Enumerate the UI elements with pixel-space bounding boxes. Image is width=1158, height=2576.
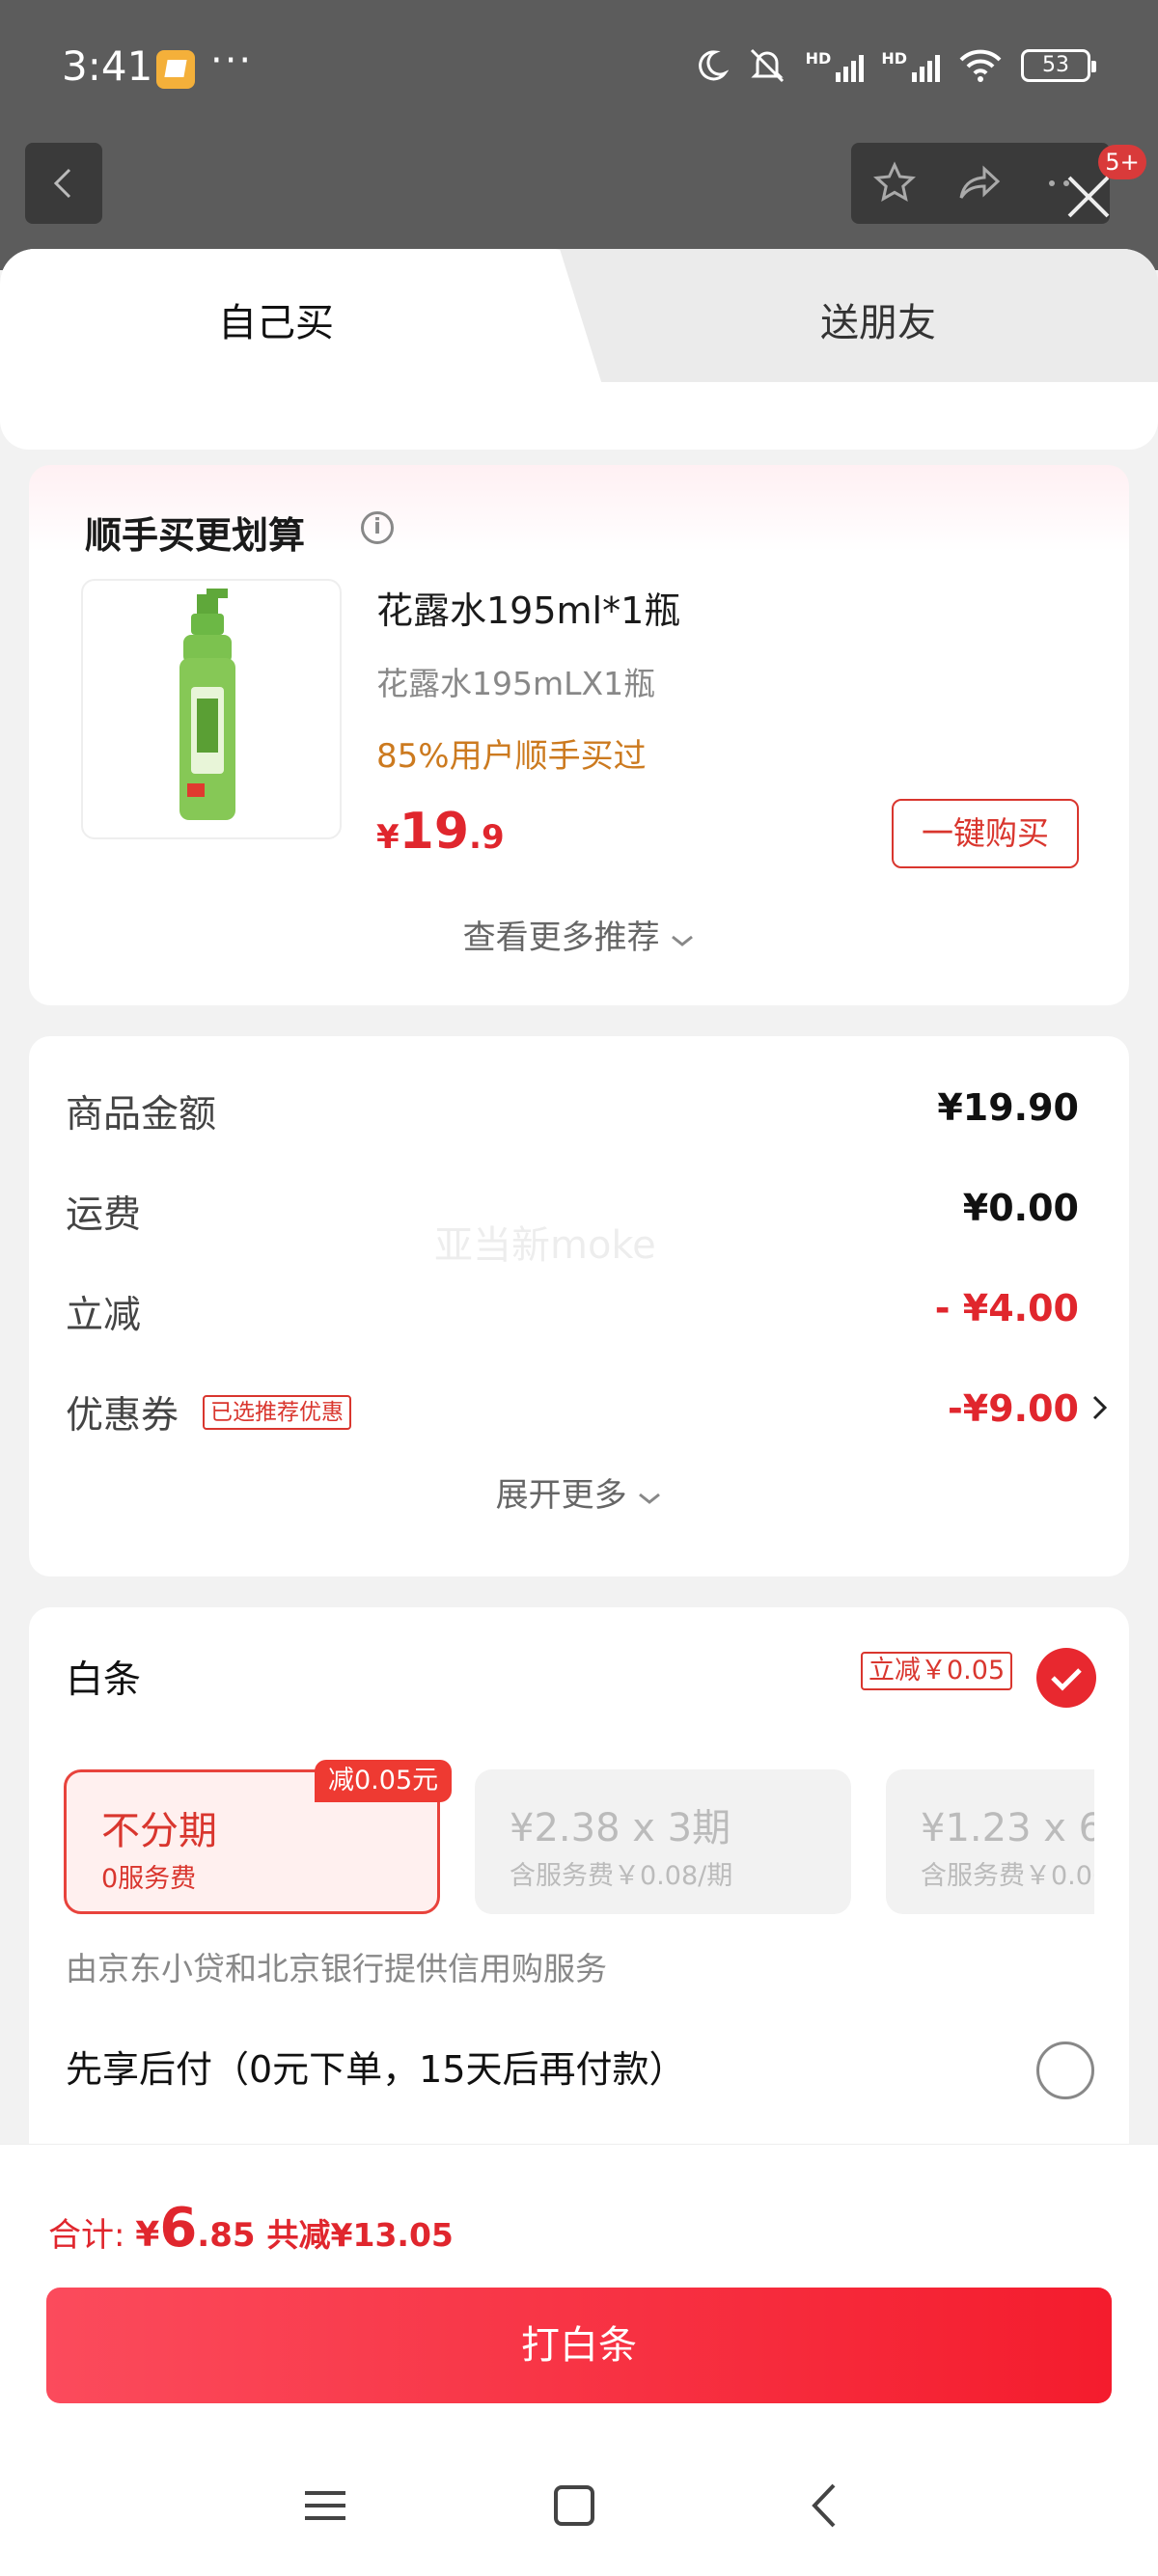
price-breakdown-card: 商品金额 ¥19.90 运费 ¥0.00 立减 - ¥4.00 优惠券 已选推荐… — [29, 1036, 1129, 1576]
info-icon[interactable]: i — [361, 511, 394, 544]
home-icon[interactable] — [540, 2472, 608, 2539]
row-instant-discount: 立减 - ¥4.00 — [66, 1285, 1079, 1343]
row-label: 运费 — [66, 1193, 142, 1237]
product-spec: 花露水195mLX1瓶 — [376, 665, 656, 702]
row-value: ¥0.00 — [962, 1187, 1079, 1229]
payment-title: 白条 — [66, 1658, 142, 1702]
installment-plans: 不分期 0服务费 减0.05元 ¥2.38 x 3期 含服务费￥0.08/期 ¥… — [64, 1760, 1094, 1914]
coupon-tag: 已选推荐优惠 — [203, 1395, 351, 1430]
notes-app-icon — [156, 50, 195, 89]
one-click-buy-button[interactable]: 一键购买 — [892, 799, 1079, 868]
recommend-card: 顺手买更划算 i 花露水195ml*1瓶 花露水195mLX1瓶 85%用户顺手… — [29, 465, 1129, 1005]
system-nav-bar — [0, 2451, 1158, 2576]
spray-bottle-image — [179, 589, 235, 820]
payment-selected-checkbox[interactable] — [1036, 1648, 1096, 1708]
check-icon — [1051, 1668, 1082, 1691]
price-currency: ¥ — [376, 818, 400, 857]
row-item-amount: 商品金额 ¥19.90 — [66, 1084, 1079, 1142]
chevron-down-icon — [672, 935, 694, 946]
menu-icon[interactable] — [291, 2472, 359, 2539]
status-bar: 3:41 ··· HD HD 53 — [0, 0, 1158, 135]
more-recommendations-link[interactable]: 查看更多推荐 — [29, 911, 1129, 958]
row-value: ¥19.90 — [937, 1086, 1079, 1129]
price-integer: 19 — [399, 803, 470, 861]
plan-sub: 0服务费 — [101, 1864, 197, 1894]
watermark: 亚当新moke — [434, 1223, 656, 1268]
plan-main: ¥2.38 x 3期 — [510, 1806, 731, 1850]
plan-sub: 含服务费￥0.08/期 — [510, 1861, 733, 1891]
total-summary: 合计: ¥6.85 共减¥13.05 — [48, 2197, 454, 2260]
plan-discount-badge: 减0.05元 — [315, 1760, 453, 1802]
total-decimal: .85 — [197, 2216, 256, 2255]
tab-buy-for-self[interactable]: 自己买 — [218, 291, 334, 347]
chevron-left-icon — [53, 168, 71, 199]
price-decimal: .9 — [469, 818, 505, 857]
pay-later-option-label[interactable]: 先享后付（0元下单，15天后再付款） — [66, 2040, 686, 2093]
plan-3-installments[interactable]: ¥2.38 x 3期 含服务费￥0.08/期 — [475, 1769, 851, 1914]
expand-more-link[interactable]: 展开更多 — [29, 1468, 1129, 1516]
total-label: 合计: — [48, 2216, 136, 2255]
plan-sub: 含服务费￥0.06/期 — [921, 1861, 1094, 1891]
credit-provider-note: 由京东小贷和北京银行提供信用购服务 — [66, 1950, 607, 1987]
product-name[interactable]: 花露水195ml*1瓶 — [376, 581, 680, 634]
tab-panel-top — [0, 382, 1158, 450]
pay-with-baitiao-button[interactable]: 打白条 — [46, 2288, 1112, 2403]
total-integer: 6 — [159, 2197, 198, 2260]
wifi-icon — [959, 49, 1002, 82]
total-currency: ¥ — [135, 2215, 160, 2255]
row-value: - ¥4.00 — [934, 1287, 1079, 1329]
share-icon — [959, 165, 1000, 199]
row-label: 商品金额 — [66, 1093, 217, 1137]
back-nav-icon[interactable] — [793, 2472, 861, 2539]
product-image[interactable] — [81, 579, 342, 839]
plan-main: ¥1.23 x 6期 — [921, 1806, 1094, 1850]
chevron-right-icon — [1092, 1395, 1108, 1420]
signal-2-icon: HD — [881, 49, 940, 82]
expand-more-label: 展开更多 — [495, 1476, 627, 1515]
status-time: 3:41 — [62, 42, 153, 90]
chevron-down-icon — [639, 1493, 661, 1504]
total-savings: 共减¥13.05 — [266, 2216, 454, 2254]
close-icon[interactable] — [1062, 170, 1116, 224]
row-label: 优惠券 — [66, 1394, 179, 1438]
payment-discount-tag: 立减￥0.05 — [861, 1652, 1013, 1690]
row-value: -¥9.00 — [948, 1387, 1079, 1430]
star-icon — [872, 161, 916, 202]
back-button[interactable] — [25, 143, 102, 224]
recommend-title: 顺手买更划算 — [85, 514, 306, 557]
more-notifications-icon: ··· — [210, 39, 254, 83]
product-price: ¥19.9 — [376, 803, 505, 861]
tab-gift-friend[interactable]: 送朋友 — [820, 291, 936, 347]
row-label: 立减 — [66, 1294, 142, 1337]
mute-bell-icon — [750, 48, 784, 83]
purchase-rate: 85%用户顺手买过 — [376, 737, 647, 776]
signal-1-icon: HD — [806, 49, 865, 82]
status-icons: HD HD 53 — [694, 46, 1096, 85]
plan-6-installments[interactable]: ¥1.23 x 6期 含服务费￥0.06/期 — [886, 1769, 1094, 1914]
row-coupon[interactable]: 优惠券 已选推荐优惠 -¥9.00 — [66, 1385, 1108, 1443]
share-button[interactable] — [937, 143, 1023, 224]
more-recommendations-label: 查看更多推荐 — [462, 918, 660, 957]
purchase-tabs: 自己买 送朋友 — [0, 249, 1158, 403]
pay-later-radio[interactable] — [1036, 2042, 1094, 2099]
favorite-button[interactable] — [851, 143, 937, 224]
plan-main: 不分期 — [101, 1809, 217, 1853]
battery-icon: 53 — [1021, 49, 1096, 82]
moon-icon — [698, 50, 729, 81]
